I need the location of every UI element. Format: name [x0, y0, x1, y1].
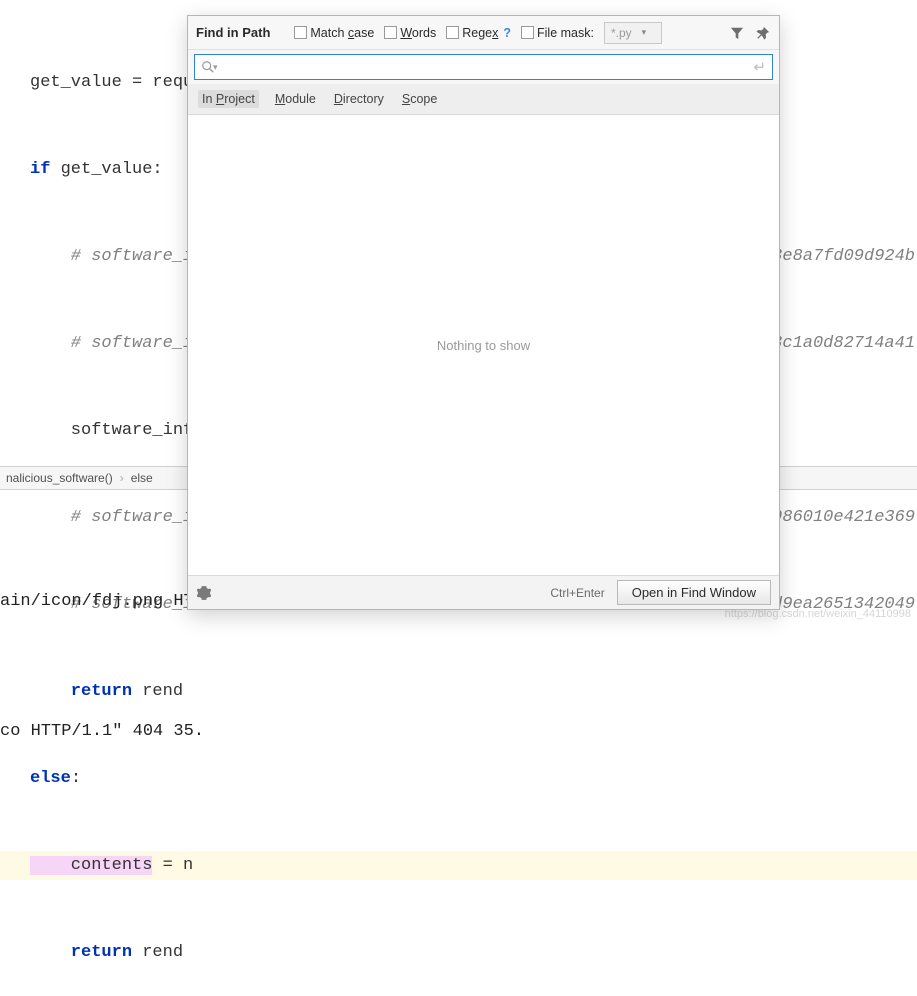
filter-icon[interactable] — [729, 25, 745, 41]
code-line-highlight: contents = n — [0, 851, 917, 880]
gear-icon[interactable] — [196, 585, 212, 601]
search-field[interactable]: ▾ ↵ — [194, 54, 773, 80]
checkbox-icon — [521, 26, 534, 39]
tab-directory[interactable]: Directory — [332, 90, 386, 108]
find-in-path-dialog: Find in Path Match case Words Regex ? Fi… — [187, 15, 780, 610]
breadcrumb-item[interactable]: else — [127, 471, 157, 485]
shortcut-hint: Ctrl+Enter — [550, 586, 604, 600]
dialog-footer: Ctrl+Enter Open in Find Window — [188, 575, 779, 609]
code-line: return rend — [0, 938, 917, 967]
tab-module[interactable]: Module — [273, 90, 318, 108]
results-empty-label: Nothing to show — [437, 338, 530, 353]
chevron-right-icon: › — [117, 471, 127, 485]
checkbox-icon — [446, 26, 459, 39]
checkbox-icon — [384, 26, 397, 39]
match-case-checkbox[interactable]: Match case — [294, 26, 374, 40]
file-mask-value: *.py — [611, 26, 632, 40]
pin-icon[interactable] — [755, 25, 771, 41]
regex-checkbox[interactable]: Regex ? — [446, 26, 511, 40]
dialog-title: Find in Path — [196, 25, 270, 40]
enter-icon: ↵ — [753, 58, 766, 76]
words-checkbox[interactable]: Words — [384, 26, 436, 40]
chevron-down-icon: ▾ — [642, 27, 647, 38]
search-input[interactable] — [218, 55, 754, 79]
checkbox-icon — [294, 26, 307, 39]
results-area: Nothing to show — [188, 115, 779, 575]
help-icon[interactable]: ? — [503, 26, 511, 40]
open-in-find-window-button[interactable]: Open in Find Window — [617, 580, 771, 605]
file-mask-checkbox[interactable]: File mask: — [521, 26, 594, 40]
console-line: co HTTP/1.1" 404 35. — [0, 716, 917, 748]
scope-tabs: In Project Module Directory Scope — [188, 84, 779, 115]
search-row: ▾ ↵ — [188, 50, 779, 84]
dialog-header: Find in Path Match case Words Regex ? Fi… — [188, 16, 779, 50]
tab-scope[interactable]: Scope — [400, 90, 439, 108]
breadcrumb-item[interactable]: nalicious_software() — [2, 471, 117, 485]
file-mask-select[interactable]: *.py ▾ — [604, 22, 662, 44]
tab-in-project[interactable]: In Project — [198, 90, 259, 108]
